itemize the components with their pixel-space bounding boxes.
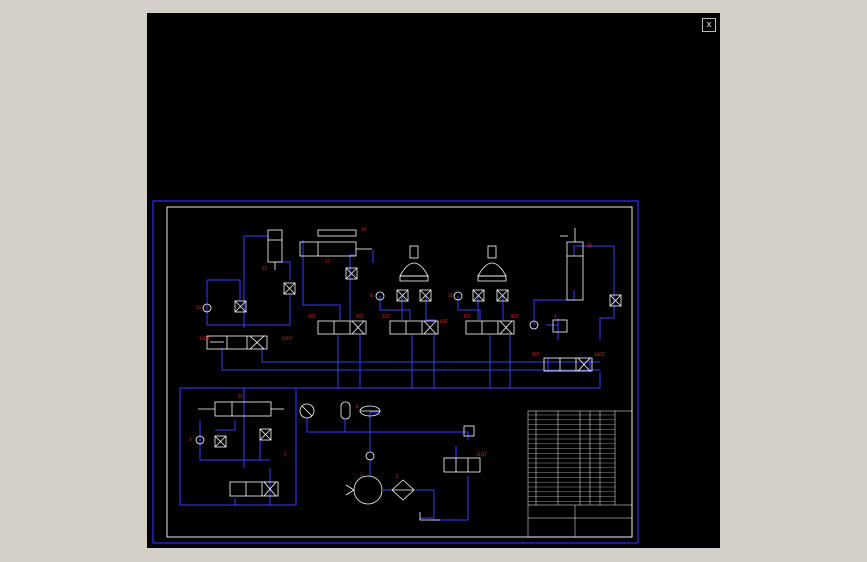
label-valve-3a: 5DT — [382, 314, 391, 319]
directional-valve-4 — [465, 320, 515, 335]
label-cylinder-1: 15 — [262, 266, 268, 271]
directional-valve-6 — [229, 481, 279, 497]
directional-valve-3 — [389, 320, 439, 335]
motor-2 — [477, 245, 507, 282]
title-block — [527, 410, 633, 538]
label-check-3: 11 — [448, 293, 454, 298]
label-valve-1a: 1YDT — [199, 336, 210, 341]
label-valve-2b: 4DT — [356, 314, 365, 319]
directional-valve-7 — [443, 457, 481, 473]
label-valve-1b: 2YDT — [282, 336, 293, 341]
label-check-2: 8 — [370, 293, 373, 298]
label-valve-5b: 10DT — [594, 352, 605, 357]
hydraulic-schematic: 15 37 19 25 10 8 11 4 1YDT 2YDT 3DT 4DT … — [152, 200, 639, 544]
label-valve-4a: 7DT — [463, 314, 472, 319]
label-check-4: 4 — [554, 314, 557, 319]
directional-valve-1 — [206, 335, 268, 350]
label-valve-3b: 6DT — [440, 319, 449, 324]
cylinder-1 — [267, 229, 283, 270]
label-pump: 1 — [360, 472, 363, 477]
label-valve-7: 11DT — [476, 452, 487, 457]
label-cylinder-4: 25 — [587, 243, 593, 248]
label-cylinder-2: 37 — [325, 259, 331, 264]
cylinder-4 — [198, 401, 284, 417]
title-block-rows — [528, 414, 615, 502]
power-unit — [299, 401, 475, 521]
label-b3: 3 — [189, 437, 192, 442]
label-filter: 2 — [396, 474, 399, 479]
label-cylinder-3: 19 — [361, 227, 367, 232]
label-b2: 5 — [284, 452, 287, 457]
label-check-1: 10 — [196, 305, 202, 310]
directional-valve-2 — [317, 320, 367, 335]
cylinder-3 — [560, 228, 584, 301]
motor-1 — [399, 245, 429, 282]
check-valves — [195, 291, 539, 445]
cylinder-2 — [299, 229, 372, 257]
valve-boxes — [214, 267, 622, 448]
label-valve-4b: 8DT — [511, 314, 520, 319]
label-relief: 6 — [356, 404, 359, 409]
label-valve-2a: 3DT — [308, 314, 317, 319]
label-valve-5a: 9DT — [532, 352, 541, 357]
directional-valve-5 — [543, 357, 593, 372]
annotation-labels: 15 37 19 25 10 8 11 4 1YDT 2YDT 3DT 4DT … — [189, 227, 605, 479]
inner-border — [166, 206, 633, 538]
label-b1: 31 — [238, 394, 244, 399]
